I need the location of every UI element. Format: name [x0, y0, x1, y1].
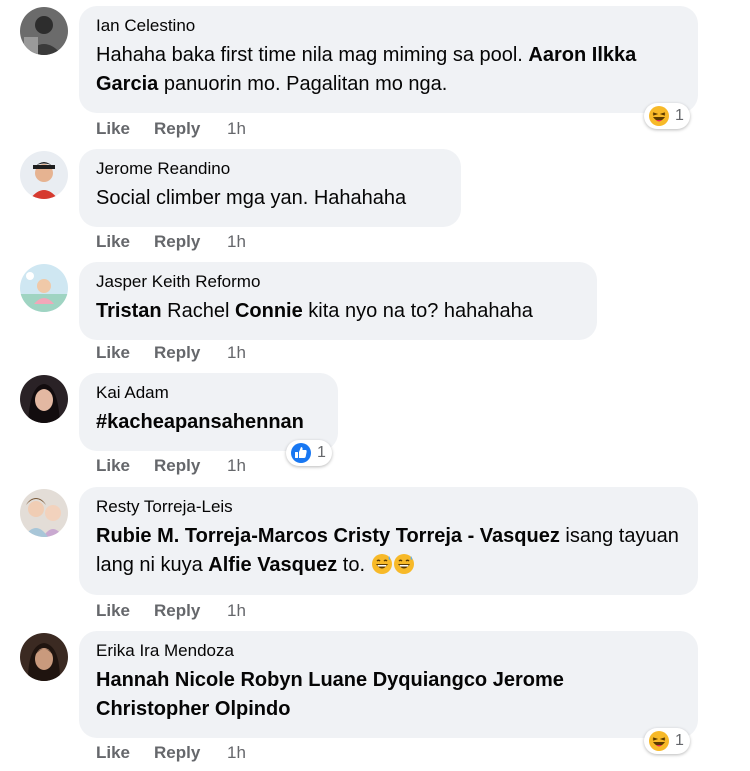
tagged-user[interactable]: Rubie M. Torreja-Marcos — [96, 525, 328, 547]
avatar[interactable] — [20, 489, 68, 537]
like-button[interactable]: Like — [96, 119, 130, 139]
comment-author[interactable]: Erika Ira Mendoza — [96, 641, 680, 661]
reply-button[interactable]: Reply — [154, 343, 200, 363]
avatar[interactable] — [20, 7, 68, 55]
hashtag-link[interactable]: #kacheapansahennan — [96, 411, 304, 433]
reaction-badge[interactable]: 1 — [644, 728, 690, 754]
comment-author[interactable]: Jerome Reandino — [96, 159, 443, 179]
text-segment: Social climber mga yan. Hahahaha — [96, 187, 407, 209]
reaction-count: 1 — [317, 444, 326, 461]
comment-bubble: Ian Celestino Hahaha baka first time nil… — [79, 6, 698, 113]
reaction-count: 1 — [675, 107, 684, 124]
text-segment: Rachel — [161, 300, 235, 322]
comment-timestamp[interactable]: 1h — [227, 601, 246, 621]
comment-author[interactable]: Kai Adam — [96, 383, 320, 403]
comment-bubble: Jasper Keith Reformo Tristan Rachel Conn… — [79, 262, 597, 340]
avatar[interactable] — [20, 375, 68, 423]
tagged-user[interactable]: Cristy Torreja - Vasquez — [333, 525, 559, 547]
like-button[interactable]: Like — [96, 743, 130, 763]
comment-author[interactable]: Ian Celestino — [96, 16, 680, 36]
tagged-user[interactable]: Alfie Vasquez — [208, 554, 337, 576]
like-button[interactable]: Like — [96, 601, 130, 621]
reaction-badge[interactable]: 1 — [286, 440, 332, 466]
reply-button[interactable]: Reply — [154, 232, 200, 252]
avatar[interactable] — [20, 264, 68, 312]
avatar[interactable] — [20, 633, 68, 681]
tagged-user[interactable]: Hannah Nicole Robyn Luane Dyquiangco — [96, 669, 487, 691]
comment-timestamp[interactable]: 1h — [227, 343, 246, 363]
reply-button[interactable]: Reply — [154, 456, 200, 476]
comment-timestamp[interactable]: 1h — [227, 456, 246, 476]
text-segment: Hahaha baka first time nila mag miming s… — [96, 44, 529, 66]
comment-timestamp[interactable]: 1h — [227, 232, 246, 252]
like-button[interactable]: Like — [96, 343, 130, 363]
grinning-sweat-emoji-icon — [371, 554, 392, 574]
comment-timestamp[interactable]: 1h — [227, 743, 246, 763]
like-thumb-icon — [291, 443, 311, 463]
text-segment: to. — [337, 554, 371, 576]
tagged-user[interactable]: Connie — [235, 300, 303, 322]
comment-text: Social climber mga yan. Hahahaha — [96, 184, 443, 213]
comment-timestamp[interactable]: 1h — [227, 119, 246, 139]
comment-author[interactable]: Jasper Keith Reformo — [96, 272, 579, 292]
haha-emoji-icon — [649, 731, 669, 751]
like-button[interactable]: Like — [96, 456, 130, 476]
avatar[interactable] — [20, 151, 68, 199]
tagged-user[interactable]: Tristan — [96, 300, 162, 322]
reply-button[interactable]: Reply — [154, 743, 200, 763]
grinning-sweat-emoji-icon — [393, 554, 414, 574]
comment-author[interactable]: Resty Torreja-Leis — [96, 497, 680, 517]
haha-emoji-icon — [649, 106, 669, 126]
text-segment: panuorin mo. Pagalitan mo nga. — [158, 73, 448, 95]
text-segment: kita nyo na to? hahahaha — [302, 300, 533, 322]
comment-text: Rubie M. Torreja-Marcos Cristy Torreja -… — [96, 522, 680, 580]
comment-text: #kacheapansahennan — [96, 408, 320, 437]
comment-bubble: Erika Ira Mendoza Hannah Nicole Robyn Lu… — [79, 631, 698, 738]
reply-button[interactable]: Reply — [154, 601, 200, 621]
comment-text: Tristan Rachel Connie kita nyo na to? ha… — [96, 297, 579, 326]
reaction-badge[interactable]: 1 — [644, 103, 690, 129]
comment-text: Hannah Nicole Robyn Luane Dyquiangco Jer… — [96, 666, 680, 724]
reply-button[interactable]: Reply — [154, 119, 200, 139]
like-button[interactable]: Like — [96, 232, 130, 252]
comment-bubble: Jerome Reandino Social climber mga yan. … — [79, 149, 461, 227]
reaction-count: 1 — [675, 732, 684, 749]
comment-text: Hahaha baka first time nila mag miming s… — [96, 41, 680, 99]
comment-bubble: Resty Torreja-Leis Rubie M. Torreja-Marc… — [79, 487, 698, 595]
